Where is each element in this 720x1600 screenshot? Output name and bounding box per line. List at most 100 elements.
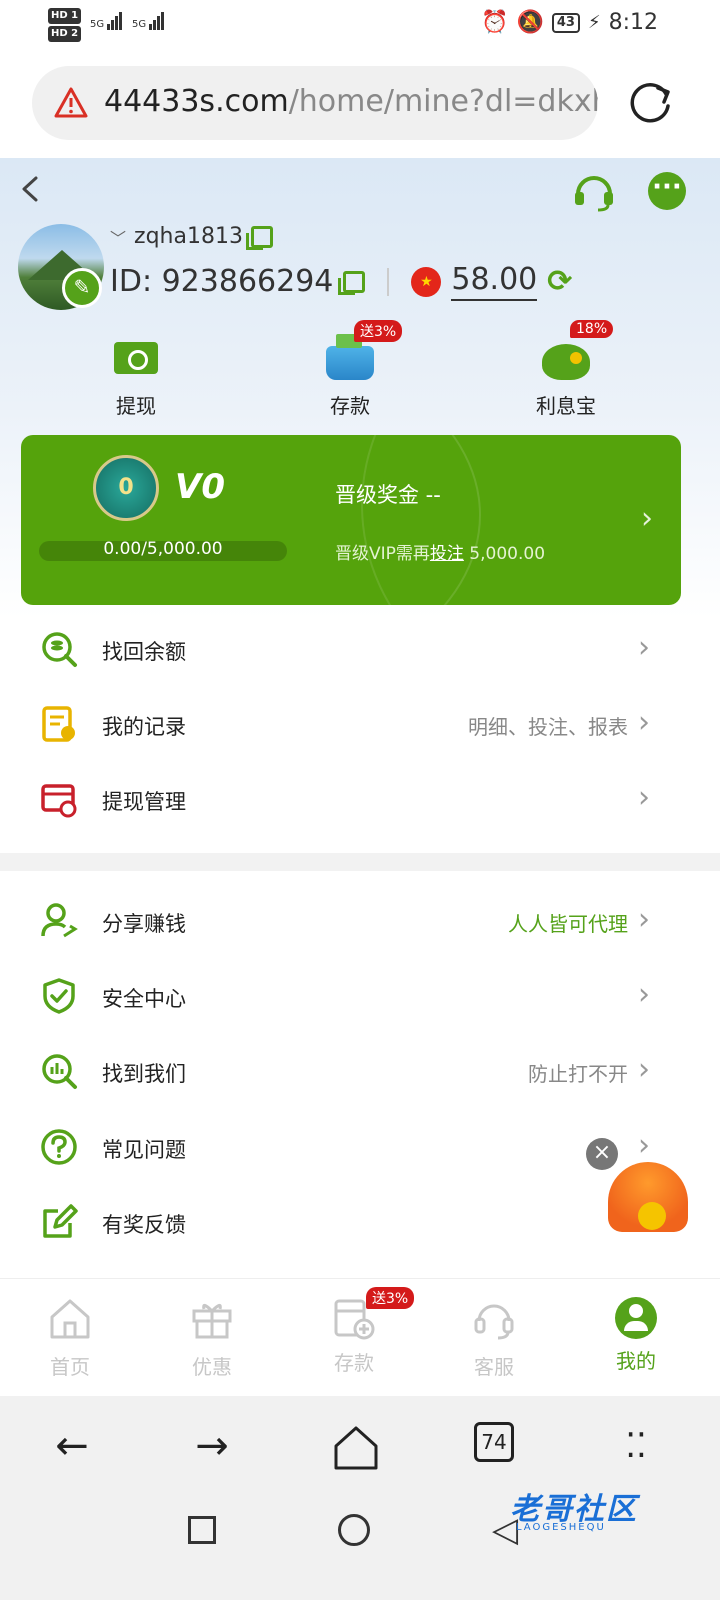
balance: 58.00 (451, 262, 538, 301)
address-bar[interactable]: 44433s.com/home/mine?dl=dkxh4 (32, 66, 598, 140)
battery-icon: 43 (551, 12, 580, 33)
vip-bet-link[interactable]: 投注 (430, 544, 464, 564)
headset-icon[interactable] (572, 172, 616, 212)
arrow-right-icon[interactable]: → (186, 1422, 238, 1474)
share-user-icon (41, 903, 78, 938)
search-chart-icon (42, 1054, 77, 1089)
chevron-right-icon: › (638, 630, 650, 665)
nav-label: 首页 (50, 1355, 90, 1379)
section-divider (0, 853, 720, 871)
quick-action-label: 提现 (116, 394, 156, 418)
signal-icon: 5G (90, 12, 123, 30)
url-text: 44433s.com/home/mine?dl=dkxh4 (104, 84, 598, 119)
divider (387, 267, 390, 296)
promo-badge: 送3% (354, 320, 403, 342)
more-icon[interactable]: ⁚⁚ (610, 1422, 662, 1474)
bottom-nav: 首页 优惠 送3% 存款 客服 我的 (0, 1278, 720, 1396)
tabs-count-button[interactable]: 74 (474, 1422, 514, 1462)
watermark-logo: 老哥社区 LAOGESHEQU (474, 1478, 694, 1538)
edit-icon[interactable]: ✎ (62, 268, 102, 308)
chevron-right-icon: › (638, 977, 650, 1012)
chevron-right-icon: › (638, 780, 650, 815)
profile-icon (615, 1297, 657, 1339)
copy-id-icon[interactable] (338, 270, 366, 295)
rate-badge: 18% (570, 320, 614, 338)
gift-icon (192, 1304, 232, 1339)
vip-need-amount: 5,000.00 (463, 544, 546, 564)
menu-label: 常见问题 (102, 1138, 186, 1162)
china-flag-icon: ★ (411, 266, 442, 297)
menu-label: 提现管理 (102, 790, 186, 814)
arrow-left-icon[interactable]: ← (46, 1422, 98, 1474)
id-row: ID: 923866294 ★ 58.00 ⟳ (110, 262, 572, 301)
quick-action-withdraw[interactable]: 提现 (66, 332, 206, 419)
menu-label: 分享赚钱 (102, 912, 186, 936)
nav-item-home[interactable]: 首页 (10, 1297, 130, 1380)
vip-progress-text: 0.00/5,000.00 (103, 539, 223, 559)
vip-level: V0 (175, 467, 225, 507)
signal-icon: 5G (132, 12, 165, 30)
user-id: ID: 923866294 (110, 264, 334, 299)
warning-icon (54, 87, 88, 118)
quick-action-label: 利息宝 (536, 394, 596, 418)
nav-label: 优惠 (192, 1355, 232, 1379)
refresh-balance-icon[interactable]: ⟳ (547, 264, 572, 299)
menu-hint: 明细、投注、报表 (468, 715, 628, 739)
home-circle-icon[interactable] (338, 1514, 370, 1546)
browser-url-row: 44433s.com/home/mine?dl=dkxh4 (0, 50, 720, 158)
search-coins-icon (42, 632, 77, 667)
url-host: 44433s.com (104, 84, 289, 119)
headset-icon (474, 1304, 514, 1340)
menu-label: 有奖反馈 (102, 1213, 186, 1237)
card-settings-icon (41, 784, 77, 818)
shield-icon (43, 978, 75, 1014)
reload-icon[interactable] (628, 80, 674, 126)
status-bar: HD 1 HD 2 5G 5G ⏰ 🔕 43 ⚡ 8:12 (0, 0, 720, 50)
floating-promo[interactable]: × (586, 1138, 706, 1248)
back-icon[interactable] (18, 174, 42, 204)
menu-hint: 防止打不开 (528, 1062, 628, 1086)
vip-card[interactable]: 0 V0 0.00/5,000.00 晋级奖金 -- 晋级VIP需再投注 5,0… (21, 435, 681, 605)
nav-label: 客服 (474, 1355, 514, 1379)
promo-badge: 送3% (366, 1287, 415, 1309)
menu-label: 找到我们 (102, 1062, 186, 1086)
sim-indicators: HD 1 HD 2 (48, 6, 83, 42)
recents-icon[interactable] (188, 1516, 216, 1544)
piggy-bank-icon (542, 344, 590, 380)
charging-icon: ⚡ (587, 12, 601, 33)
nav-item-deposit[interactable]: 送3% 存款 (294, 1287, 415, 1376)
quick-action-label: 存款 (330, 394, 370, 418)
hd2-indicator: HD 2 (48, 26, 82, 42)
close-icon[interactable]: × (586, 1138, 618, 1170)
cash-icon (114, 342, 158, 374)
nav-item-support[interactable]: 客服 (434, 1297, 554, 1380)
menu-item-share-earn[interactable]: 分享赚钱 人人皆可代理 › (0, 886, 720, 960)
menu-item-recover-balance[interactable]: 找回余额 › (0, 614, 720, 688)
chevron-down-icon[interactable]: ﹀ (110, 225, 126, 249)
nav-item-promotions[interactable]: 优惠 (152, 1297, 272, 1380)
alarm-icon: ⏰ (481, 10, 509, 35)
mute-icon: 🔕 (516, 10, 544, 35)
chevron-right-icon: › (638, 902, 650, 937)
nav-label: 我的 (616, 1349, 656, 1373)
home-icon (50, 1299, 90, 1339)
message-icon[interactable]: ··· (648, 172, 686, 210)
quick-action-interest[interactable]: 18% 利息宝 (496, 320, 636, 419)
menu-item-security-center[interactable]: 安全中心 › (0, 961, 720, 1035)
vip-bonus: 晋级奖金 -- (335, 483, 441, 507)
menu-item-find-us[interactable]: 找到我们 防止打不开 › (0, 1036, 720, 1110)
chevron-right-icon: › (641, 501, 653, 536)
menu-label: 安全中心 (102, 987, 186, 1011)
coin-icon (638, 1202, 666, 1230)
watermark-subtext: LAOGESHEQU (516, 1522, 606, 1533)
menu-item-withdraw-management[interactable]: 提现管理 › (0, 764, 720, 838)
quick-action-deposit[interactable]: 送3% 存款 (280, 320, 420, 419)
copy-icon[interactable] (245, 225, 273, 250)
menu-item-my-records[interactable]: 我的记录 明细、投注、报表 › (0, 689, 720, 763)
menu-hint: 人人皆可代理 (508, 912, 628, 936)
menu-label: 找回余额 (102, 640, 186, 664)
url-path: /home/mine?dl=dkxh4 (288, 84, 598, 119)
nav-item-mine[interactable]: 我的 (576, 1297, 696, 1374)
home-icon[interactable] (330, 1422, 382, 1474)
chevron-right-icon: › (638, 1052, 650, 1087)
